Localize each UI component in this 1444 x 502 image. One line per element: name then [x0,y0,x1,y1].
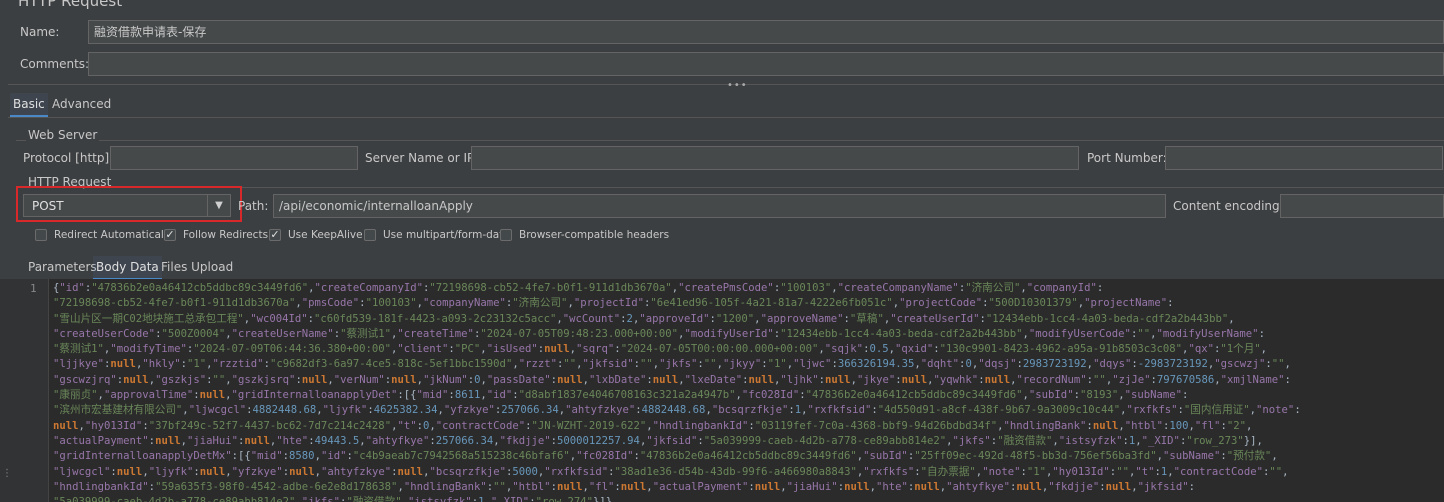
redirect-auto-checkbox[interactable] [35,229,47,241]
resize-grip-icon[interactable]: ⋮ [2,468,12,484]
code-line: "actualPayment":null,"jiaHui":null,"hte"… [53,434,1263,447]
highlight-box [16,186,242,222]
keepalive-checkbox[interactable]: ✓ [269,229,281,241]
comments-label: Comments: [20,57,90,71]
ellipsis-icon[interactable]: ••• [727,80,748,91]
code-line: "gscwzjrq":null,"gszkjs":"","gszkjsrq":n… [53,373,1291,386]
code-line: "5a039999-caeb-4d2b-a778-ce89abb814e2","… [53,495,1444,502]
multipart-label: Use multipart/form-data [383,229,510,241]
server-name-label: Server Name or IP: [365,151,479,165]
tab-basic[interactable]: Basic [10,93,48,117]
code-line: "ljwcgcl":null,"ljyfk":null,"yfzkye":nul… [53,465,1289,478]
path-label: Path: [238,199,269,213]
comments-field[interactable] [88,52,1444,76]
splitter-line [8,84,1444,85]
content-encoding-label: Content encoding: [1173,199,1284,213]
code-line: "hndlingbankId":"59a635f3-98f0-4542-adbe… [53,480,1195,493]
code-line: null,"hy013Id":"37bf249c-52f7-4437-bc62-… [53,419,1253,432]
tab-divider [8,117,1444,118]
panel-title: HTTP Request [18,0,123,10]
name-field[interactable]: 融资借款申请表-保存 [88,20,1444,44]
browser-headers-label: Browser-compatible headers [519,229,670,241]
code-line: "滨州市宏基建材有限公司","ljwcgcl":4882448.68,"ljyf… [53,404,1301,417]
code-line: {"id":"47836b2e0a46412cb5ddbc89c3449fd6"… [53,282,1104,294]
tab-body-data[interactable]: Body Data [93,256,162,280]
web-server-group [16,140,1444,141]
follow-redirects-checkbox[interactable]: ✓ [164,229,176,241]
check-icon: ✓ [270,228,280,241]
tab-parameters[interactable]: Parameters [25,256,100,278]
path-field[interactable]: /api/economic/internalloanApply [273,194,1166,218]
line-number: 1 [30,282,37,295]
web-server-group-label: Web Server [26,128,100,142]
tab-files-upload[interactable]: Files Upload [158,256,236,278]
code-line: "蔡测试1","modifyTime":"2024-07-09T06:44:36… [53,343,1268,356]
code-line: "72198698-cb52-4fe7-b0f1-911d1db3670a","… [53,297,1174,310]
follow-redirects-label: Follow Redirects [183,229,269,241]
name-label: Name: [20,25,60,39]
code-line: "createUserCode":"500Z0004","createUserN… [53,327,1265,340]
content-encoding-field[interactable] [1280,194,1444,218]
port-field[interactable] [1165,146,1443,170]
protocol-label: Protocol [http]: [23,151,114,165]
body-data-editor[interactable]: 1 {"id":"47836b2e0a46412cb5ddbc89c3449fd… [0,279,1444,502]
keepalive-label: Use KeepAlive [288,229,363,241]
check-icon: ✓ [165,228,175,241]
tab-advanced[interactable]: Advanced [49,93,114,115]
code-line: "雪山片区一期C02地块施工总承包工程","wc004Id":"c60fd539… [53,312,1235,325]
code-line: "ljjkye":null,"hkly":"1","rzztid":"c9682… [53,358,1291,371]
json-code[interactable]: {"id":"47836b2e0a46412cb5ddbc89c3449fd6"… [53,281,1444,502]
port-label: Port Number: [1087,151,1167,165]
code-line: "康丽贞","approvalTime":null,"gridInternall… [53,389,1189,402]
protocol-field[interactable] [110,146,358,170]
redirect-auto-label: Redirect Automatically [54,229,173,241]
server-name-field[interactable] [471,146,1079,170]
code-line: "gridInternalloanapplyDetMx":[{"mid":858… [53,450,1278,463]
browser-headers-checkbox[interactable] [500,229,512,241]
multipart-checkbox[interactable] [364,229,376,241]
